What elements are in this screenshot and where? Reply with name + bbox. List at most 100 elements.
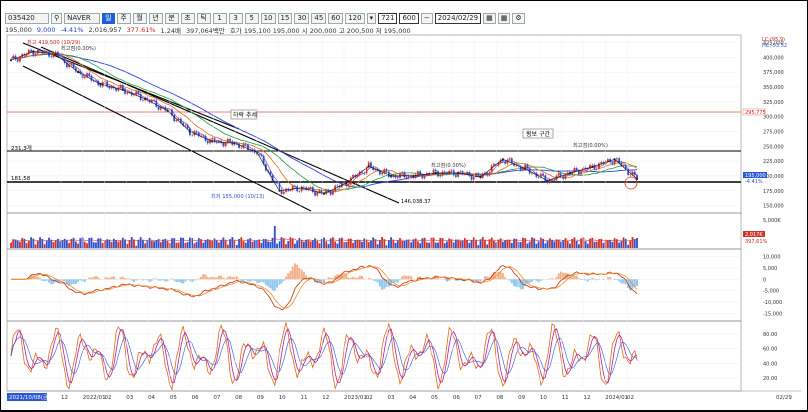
volume-bar xyxy=(184,243,186,248)
macd-hist-bar xyxy=(198,278,200,279)
macd-y-tick: -10,000 xyxy=(763,300,782,306)
volume-bar xyxy=(55,240,57,248)
x-axis-label: 05 xyxy=(431,395,438,401)
candle-body xyxy=(442,172,444,176)
candle-body xyxy=(39,50,41,52)
candle-body xyxy=(332,191,334,194)
macd-hist-bar xyxy=(137,279,139,280)
volume-bar xyxy=(538,241,540,248)
volume-bar xyxy=(578,244,580,248)
macd-hist-bar xyxy=(556,277,558,279)
macd-hist-bar xyxy=(249,279,251,281)
volume-bar xyxy=(66,240,68,248)
x-axis-label: 02 xyxy=(366,395,373,401)
macd-hist-bar xyxy=(477,279,479,280)
candle-body xyxy=(53,52,55,57)
macd-hist-bar xyxy=(535,279,537,280)
macd-hist-bar xyxy=(122,277,124,280)
macd-hist-bar xyxy=(511,279,513,283)
volume-bar xyxy=(565,238,567,248)
macd-hist-bar xyxy=(158,279,160,280)
macd-hist-bar xyxy=(124,278,126,279)
x-axis-label: 08 xyxy=(496,395,503,401)
volume-bar xyxy=(131,237,133,248)
price-point xyxy=(55,53,57,55)
volume-bar xyxy=(296,241,298,248)
volume-bar xyxy=(209,241,211,248)
candle-body xyxy=(124,89,126,93)
candle-body xyxy=(17,59,19,61)
x-end-date: 02/29 xyxy=(776,395,792,401)
macd-hist-bar xyxy=(162,279,164,280)
volume-bar xyxy=(477,245,479,248)
chart-canvas[interactable]: 425,000400,000375,000350,000325,000300,0… xyxy=(1,1,808,412)
candle-body xyxy=(135,91,137,94)
macd-hist-bar xyxy=(408,276,410,280)
macd-hist-bar xyxy=(397,279,399,282)
candle-body xyxy=(104,81,106,82)
macd-hist-bar xyxy=(90,277,92,279)
candle-body xyxy=(580,172,582,175)
macd-hist-bar xyxy=(64,279,66,281)
price-point xyxy=(412,175,414,177)
volume-bar xyxy=(73,238,75,248)
volume-bar xyxy=(446,241,448,248)
volume-bar xyxy=(62,240,64,248)
volume-bar xyxy=(111,242,113,248)
macd-hist-bar xyxy=(609,277,611,279)
volume-bar xyxy=(243,241,245,248)
candle-body xyxy=(455,175,457,177)
volume-bar xyxy=(323,238,325,248)
candle-body xyxy=(629,175,631,176)
macd-hist-bar xyxy=(589,279,591,280)
macd-hist-bar xyxy=(41,279,43,281)
macd-hist-bar xyxy=(79,279,81,280)
x-start-date: 2021/10/08(금) xyxy=(9,394,50,401)
price-y-tick: 300,000 xyxy=(763,115,784,121)
macd-hist-bar xyxy=(618,279,620,281)
macd-hist-bar xyxy=(448,279,450,280)
volume-bar xyxy=(363,238,365,248)
x-axis-label: 10 xyxy=(279,395,286,401)
volume-bar xyxy=(301,240,303,248)
volume-bar xyxy=(151,241,153,248)
macd-hist-bar xyxy=(180,279,182,282)
macd-hist-bar xyxy=(265,279,267,285)
candle-body xyxy=(419,171,421,175)
candle-body xyxy=(363,173,365,174)
macd-hist-bar xyxy=(437,278,439,279)
volume-bar xyxy=(551,240,553,248)
macd-hist-bar xyxy=(93,277,95,279)
volume-bar xyxy=(377,244,379,248)
volume-bar xyxy=(155,240,157,248)
volume-bar xyxy=(623,237,625,248)
x-axis-label: 08 xyxy=(235,395,242,401)
volume-bar xyxy=(325,241,327,248)
volume-bar xyxy=(222,237,224,248)
hc-label: HC:-53.52 xyxy=(762,43,787,49)
volume-bar xyxy=(569,244,571,248)
volume-bar xyxy=(361,242,363,248)
volume-bar xyxy=(41,239,43,248)
volume-bar xyxy=(104,240,106,248)
volume-bar xyxy=(44,244,46,248)
candle-body xyxy=(316,192,318,195)
volume-bar xyxy=(404,241,406,248)
macd-hist-bar xyxy=(607,277,609,279)
volume-bar xyxy=(17,241,19,248)
price-y-tick: 275,000 xyxy=(763,129,784,135)
price-point xyxy=(569,172,571,174)
volume-bar xyxy=(544,243,546,248)
volume-bar xyxy=(117,242,119,248)
macd-hist-bar xyxy=(175,279,177,282)
trend-end-label: 146,038.37 xyxy=(401,199,431,205)
macd-hist-bar xyxy=(222,278,224,280)
candle-body xyxy=(229,139,231,142)
candle-body xyxy=(477,173,479,175)
x-axis-label: 12 xyxy=(322,395,329,401)
candle-body xyxy=(73,63,75,68)
volume-bar xyxy=(142,240,144,248)
macd-hist-bar xyxy=(106,277,108,279)
high-pct-label: 최고점(0.00%) xyxy=(61,44,96,52)
volume-bar xyxy=(196,242,198,248)
